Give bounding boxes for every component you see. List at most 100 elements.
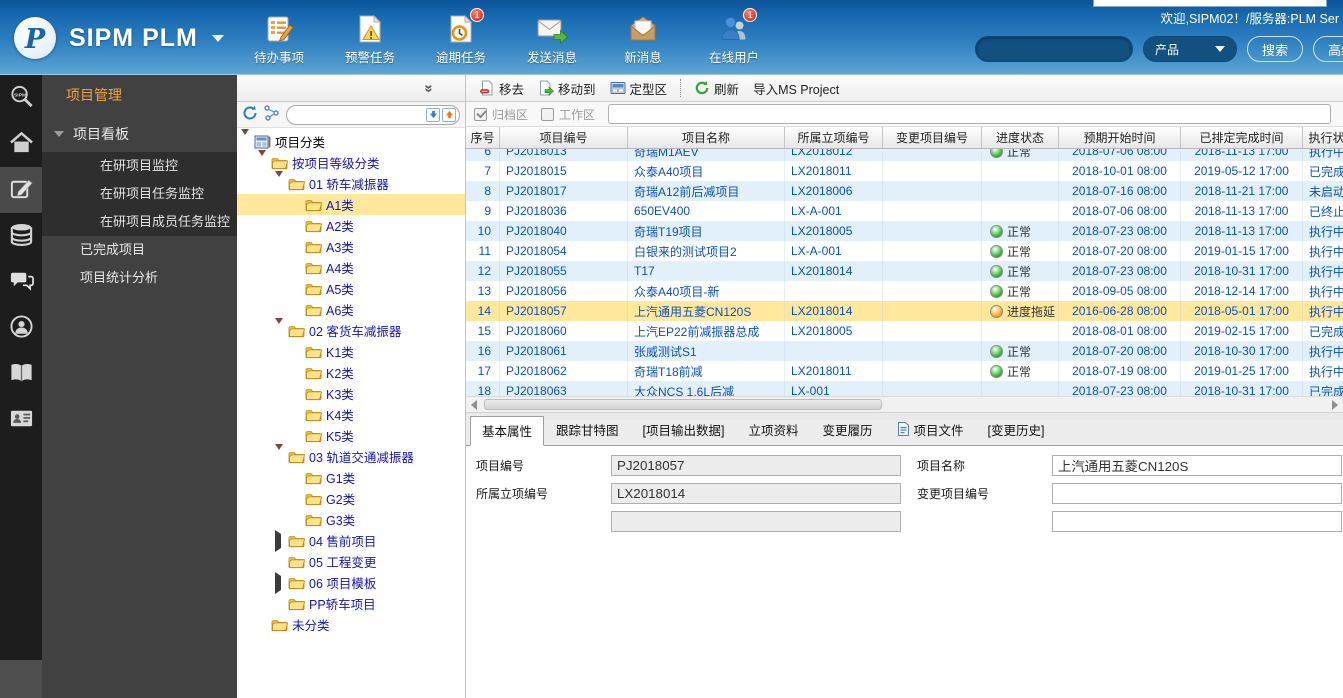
move-to-button[interactable]: 移动到 [531,77,603,99]
tab-detail-5[interactable]: 项目文件 [885,415,976,445]
global-search-input[interactable] [974,36,1133,62]
tree-refresh-icon[interactable] [242,105,258,124]
tab-basic-properties[interactable]: 基本属性 [470,415,545,446]
sidebar-item[interactable]: 项目统计分析 [42,264,237,292]
collapse-double-chevron-icon[interactable]: » [420,84,437,92]
expander-open-icon[interactable] [241,128,251,149]
tree-node[interactable]: K5类 [237,425,465,446]
tree-node[interactable]: K1类 [237,341,465,362]
table-filter-input[interactable] [608,104,1331,124]
rail-item-book[interactable] [0,351,42,397]
table-row[interactable]: 14 PJ2018057 上汽通用五菱CN120S LX2018014 进度拖延 2016… [466,301,1343,321]
search-down-button[interactable] [426,107,440,122]
table-row[interactable]: 17 PJ2018062 奇瑞T18前减 LX2018011 正常 2018-07-19 … [466,361,1343,381]
sidebar-item[interactable]: 已完成项目 [42,236,237,264]
tree-node[interactable]: PP轿车项目 [237,593,465,614]
rail-item-edit[interactable] [0,167,42,213]
tree-node[interactable]: A2类 [237,215,465,236]
app-logo[interactable]: P SIPM PLM [14,17,224,59]
rail-item-chat[interactable] [0,259,42,305]
tree-node[interactable]: G3类 [237,509,465,530]
expander-closed-icon[interactable] [275,529,285,552]
chevron-down-icon[interactable] [211,34,224,42]
expander-open-icon[interactable] [258,149,268,170]
project-name-field[interactable] [1052,455,1342,476]
tree-node[interactable]: K4类 [237,404,465,425]
tree-node[interactable]: 01 轿车减振器 [237,170,465,194]
send-message-tool[interactable]: 发送消息 [521,13,583,66]
tab-detail-4[interactable]: 变更履历 [811,415,885,445]
remove-button[interactable]: 移去 [472,77,531,99]
tree-node[interactable]: A4类 [237,257,465,278]
scroll-left-arrow-icon[interactable] [471,399,477,410]
horizontal-scrollbar[interactable] [466,395,1343,412]
column-header[interactable]: 所属立项编号 [785,127,883,148]
sidebar-subitem[interactable]: 在研项目任务监控 [42,180,237,208]
table-row[interactable]: 6 PJ2018013 奇瑞M1AEV LX2018012 正常 2018-07-06 0… [466,149,1343,161]
table-row[interactable]: 16 PJ2018061 张威测试S1 正常 2018-07-20 08:00 2018-… [466,341,1343,361]
tree-search-input[interactable] [286,104,460,125]
rail-item-contact-card[interactable] [0,397,42,443]
tab-detail-1[interactable]: 跟踪甘特图 [544,415,631,445]
tree-node[interactable]: 03 轨道交通减振器 [237,443,465,467]
scrollbar-thumb[interactable] [484,398,882,410]
tree-node[interactable]: 02 客货车减振器 [237,317,465,341]
archive-zone-checkbox[interactable] [474,107,487,121]
table-row[interactable]: 13 PJ2018056 众泰A40项目-新 正常 2018-09-05 08:00 20… [466,281,1343,301]
tree-node[interactable]: 项目分类 [237,128,465,152]
tab-detail-3[interactable]: 立项资料 [736,415,810,445]
sidebar-item-project-kanban[interactable]: 项目看板 [42,115,237,152]
tree-node[interactable]: 05 工程变更 [237,551,465,572]
column-header[interactable]: 进度状态 [982,127,1059,148]
tree-node[interactable]: G2类 [237,488,465,509]
expander-closed-icon[interactable] [275,571,285,594]
tree-node[interactable]: A3类 [237,236,465,257]
column-header[interactable]: 执行状态 [1303,127,1343,148]
todo-tool[interactable]: 待办事项 [248,13,310,66]
change-code-field[interactable] [1052,483,1342,504]
new-message-tool[interactable]: 新消息 [612,13,674,66]
table-row[interactable]: 15 PJ2018060 上汽EP22前减振器总成 LX2018005 2018-08-… [466,321,1343,341]
alert-task-tool[interactable]: 预警任务 [339,13,401,66]
tree-node[interactable]: 未分类 [237,614,465,635]
table-row[interactable]: 7 PJ2018015 众泰A40项目 LX2018011 2018-10-01 08:… [466,161,1343,181]
expander-open-icon[interactable] [275,317,285,338]
expander-open-icon[interactable] [275,443,285,464]
tree-node[interactable]: 06 项目模板 [237,571,465,594]
rail-item-sipm-search[interactable]: SIPM [0,75,42,121]
table-row[interactable]: 10 PJ2018040 奇瑞T19项目 LX2018005 正常 2018-07-23 … [466,221,1343,241]
column-header[interactable]: 预期开始时间 [1059,127,1181,148]
tree-node[interactable]: 按项目等级分类 [237,149,465,173]
tab-detail-6[interactable]: [变更历史] [976,415,1057,445]
refresh-button[interactable]: 刷新 [687,77,746,99]
tree-node[interactable]: A1类 [237,194,465,215]
tree-structure-icon[interactable] [264,105,280,124]
sidebar-subitem[interactable]: 在研项目成员任务监控 [42,208,237,236]
column-header[interactable]: 序号 [466,127,500,148]
work-zone-checkbox[interactable] [541,107,555,121]
table-row[interactable]: 11 PJ2018054 白银来的测试项目2 LX-A-001 正常 2018-07-20… [466,241,1343,261]
tree-node[interactable]: 04 售前项目 [237,529,465,552]
table-row[interactable]: 9 PJ2018036 650EV400 LX-A-001 2018-07-06 08:… [466,201,1343,221]
finalize-zone-button[interactable]: 定型区 [603,77,675,99]
tree-node[interactable]: K3类 [237,383,465,404]
lx-code-field[interactable] [611,483,901,504]
column-header[interactable]: 项目编号 [500,127,628,148]
table-row[interactable]: 12 PJ2018055 T17 LX2018014 正常 2018-07-23 08:0… [466,261,1343,281]
column-header[interactable]: 变更项目编号 [883,127,982,148]
tree-node[interactable]: K2类 [237,362,465,383]
search-up-button[interactable] [442,107,456,122]
tree-node[interactable]: A5类 [237,278,465,299]
search-button[interactable]: 搜索 [1246,36,1303,62]
online-users-tool[interactable]: 1 在线用户 [703,8,765,66]
rail-item-support[interactable] [0,305,42,351]
scroll-right-arrow-icon[interactable] [1332,399,1338,410]
top-edge-input[interactable] [1093,0,1327,7]
tab-detail-2[interactable]: [项目输出数据] [631,415,737,445]
table-row[interactable]: 18 PJ2018063 大众NCS 1.6L后减 LX-001 2018-07-23 … [466,381,1343,396]
extra-field-left[interactable] [611,511,901,532]
expander-open-icon[interactable] [275,170,285,191]
tree-node[interactable]: G1类 [237,467,465,488]
advanced-search-button[interactable]: 高级 [1312,36,1343,62]
column-header[interactable]: 项目名称 [628,127,785,148]
